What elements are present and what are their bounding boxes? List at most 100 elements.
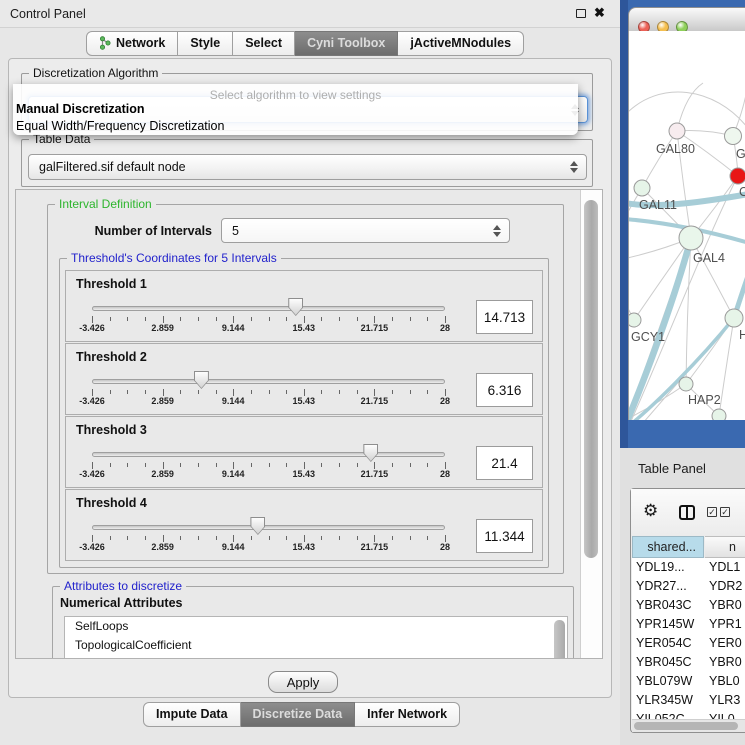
- major-tick: [163, 389, 164, 396]
- slider-track[interactable]: [92, 452, 445, 457]
- edge[interactable]: [634, 238, 691, 320]
- table-data-combobox[interactable]: galFiltered.sif default node: [28, 154, 587, 180]
- close-icon[interactable]: ✖: [594, 5, 605, 21]
- minor-tick: [321, 317, 322, 321]
- numerical-attributes-list[interactable]: SelfLoopsTopologicalCoefficientBetweenne…: [64, 616, 568, 659]
- table-row[interactable]: YLR345WYLR3: [632, 691, 745, 710]
- cell-shared-name: YDR27...: [636, 579, 687, 593]
- slider-track[interactable]: [92, 379, 445, 384]
- application-window: Control Panel ✖ NetworkStyleSelectCyni T…: [0, 0, 745, 745]
- tab-style[interactable]: Style: [178, 31, 233, 56]
- edge[interactable]: [642, 131, 677, 188]
- slider-thumb[interactable]: [363, 444, 378, 462]
- node-hap2[interactable]: [679, 377, 693, 391]
- dropdown-placeholder-option[interactable]: Select algorithm to view settings: [13, 84, 578, 101]
- tick-label: 9.144: [208, 396, 258, 406]
- node-label: HAP2: [688, 393, 721, 407]
- number-of-intervals-label: Number of Intervals: [62, 224, 212, 238]
- minor-tick: [216, 536, 217, 540]
- network-window-titlebar[interactable]: [628, 7, 745, 31]
- table-row[interactable]: YIL052CYIL0: [632, 710, 745, 719]
- edge[interactable]: [691, 238, 734, 318]
- float-window-icon[interactable]: [576, 9, 586, 18]
- minor-tick: [410, 390, 411, 394]
- minor-tick: [339, 536, 340, 540]
- tick-label: 28: [420, 469, 470, 479]
- cell-shared-name: YPR145W: [636, 617, 694, 631]
- table-row[interactable]: YPR145WYPR1: [632, 615, 745, 634]
- attribute-item[interactable]: TopologicalCoefficient: [65, 636, 567, 655]
- tick-label: 21.715: [349, 469, 399, 479]
- gear-icon[interactable]: ⚙: [643, 501, 658, 521]
- dropdown-option[interactable]: Equal Width/Frequency Discretization: [13, 118, 578, 135]
- table-hscrollbar-thumb[interactable]: [634, 722, 738, 730]
- node-gal11[interactable]: [634, 180, 650, 196]
- table-row[interactable]: YBR043CYBR0: [632, 596, 745, 615]
- attributes-list-scrollbar[interactable]: [554, 620, 565, 659]
- number-of-intervals-combobox[interactable]: 5: [221, 218, 510, 243]
- slider-track[interactable]: [92, 306, 445, 311]
- major-tick: [374, 316, 375, 323]
- threshold-value-field[interactable]: 21.4: [476, 446, 533, 480]
- minor-tick: [427, 317, 428, 321]
- tab-cyni-toolbox[interactable]: Cyni Toolbox: [295, 31, 398, 56]
- table-row[interactable]: YBL079WYBL0: [632, 672, 745, 691]
- minor-tick: [198, 390, 199, 394]
- minor-tick: [127, 317, 128, 321]
- tab-impute-data[interactable]: Impute Data: [143, 702, 241, 727]
- major-tick: [445, 462, 446, 469]
- split-columns-icon[interactable]: [679, 505, 695, 520]
- thick-edge[interactable]: [629, 238, 691, 420]
- tab-jactivemnodules[interactable]: jActiveMNodules: [398, 31, 524, 56]
- node-c[interactable]: [730, 168, 745, 184]
- minor-tick: [286, 463, 287, 467]
- tick-label: 9.144: [208, 542, 258, 552]
- minor-tick: [339, 317, 340, 321]
- slider-thumb[interactable]: [194, 371, 209, 389]
- minor-tick: [180, 390, 181, 394]
- node-gal4[interactable]: [679, 226, 703, 250]
- interval-definition-legend: Interval Definition: [55, 197, 156, 212]
- table-row[interactable]: YER054CYER0: [632, 634, 745, 653]
- column-header-shared[interactable]: shared...: [632, 536, 704, 558]
- node-h[interactable]: [725, 309, 743, 327]
- slider-track[interactable]: [92, 525, 445, 530]
- minor-tick: [127, 463, 128, 467]
- apply-button[interactable]: Apply: [268, 671, 338, 693]
- major-tick: [163, 316, 164, 323]
- node-gcy1[interactable]: [629, 313, 641, 327]
- node-label: GA: [736, 147, 745, 161]
- tab-infer-network[interactable]: Infer Network: [355, 702, 460, 727]
- threshold-value-field[interactable]: 6.316: [476, 373, 533, 407]
- table-row[interactable]: YDR27...YDR2: [632, 577, 745, 596]
- node-ga[interactable]: [725, 128, 742, 145]
- settings-scrollbar-thumb[interactable]: [584, 200, 598, 558]
- dropdown-option[interactable]: Manual Discretization: [13, 101, 578, 118]
- slider-thumb[interactable]: [288, 298, 303, 316]
- threshold-value-field[interactable]: 11.344: [476, 519, 533, 553]
- network-canvas[interactable]: GAL80GACGAL11GAL4GCY1HHAP2: [628, 31, 745, 420]
- major-tick: [304, 316, 305, 323]
- table-row[interactable]: YDL19...YDL1: [632, 558, 745, 577]
- tab-discretize-data[interactable]: Discretize Data: [241, 702, 356, 727]
- column-header-name[interactable]: n: [705, 536, 745, 558]
- edge[interactable]: [629, 92, 745, 127]
- settings-scrollbar-track[interactable]: [580, 190, 602, 659]
- attribute-item[interactable]: SelfLoops: [65, 617, 567, 636]
- slider-thumb[interactable]: [250, 517, 265, 535]
- checkbox-icon[interactable]: ✓: [707, 507, 717, 517]
- table-hscrollbar[interactable]: [632, 719, 745, 732]
- node-gal80[interactable]: [669, 123, 685, 139]
- threshold-value-field[interactable]: 14.713: [476, 300, 533, 334]
- checkbox-icon[interactable]: ✓: [720, 507, 730, 517]
- tab-network[interactable]: Network: [86, 31, 178, 56]
- minor-tick: [269, 463, 270, 467]
- major-tick: [92, 316, 93, 323]
- table-row[interactable]: YBR045CYBR0: [632, 653, 745, 672]
- minor-tick: [321, 536, 322, 540]
- node-unlabeled[interactable]: [712, 409, 726, 420]
- minor-tick: [269, 390, 270, 394]
- tab-select[interactable]: Select: [233, 31, 295, 56]
- attribute-item[interactable]: BetweennessCentrality: [65, 654, 567, 659]
- table-data-value: galFiltered.sif default node: [39, 160, 186, 174]
